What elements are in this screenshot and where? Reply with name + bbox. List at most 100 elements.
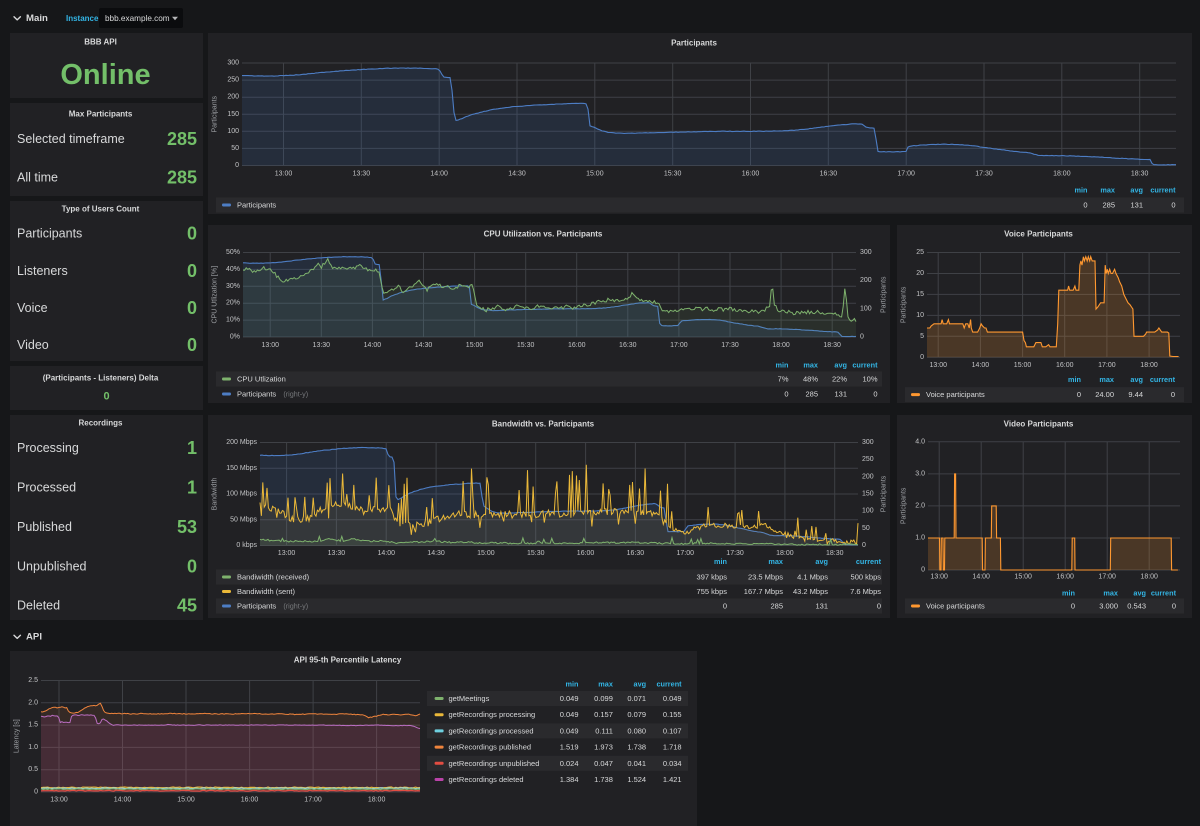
- svg-text:285: 285: [167, 168, 197, 188]
- svg-text:50%: 50%: [226, 249, 240, 256]
- svg-text:max: max: [1099, 375, 1114, 384]
- svg-text:0.041: 0.041: [627, 759, 646, 768]
- svg-text:Participants: Participants: [901, 286, 908, 323]
- svg-text:Participants: Participants: [237, 390, 276, 399]
- svg-text:23.5 Mbps: 23.5 Mbps: [748, 573, 783, 582]
- svg-text:14:30: 14:30: [508, 171, 526, 178]
- svg-text:0.049: 0.049: [560, 710, 579, 719]
- svg-text:0: 0: [187, 298, 197, 318]
- svg-text:avg: avg: [815, 557, 828, 566]
- svg-text:13:00: 13:00: [275, 171, 293, 178]
- svg-text:1.0: 1.0: [915, 534, 925, 541]
- svg-text:200: 200: [862, 473, 874, 480]
- svg-text:Voice Participants: Voice Participants: [1004, 230, 1073, 239]
- svg-text:Max Participants: Max Participants: [69, 110, 133, 119]
- svg-text:18:30: 18:30: [826, 550, 844, 557]
- svg-text:min: min: [1062, 589, 1075, 598]
- svg-text:0: 0: [187, 335, 197, 355]
- svg-text:20: 20: [916, 270, 924, 277]
- svg-text:250: 250: [227, 77, 239, 84]
- svg-text:20%: 20%: [226, 300, 240, 307]
- svg-text:0: 0: [235, 162, 239, 169]
- svg-text:Participants: Participants: [671, 39, 717, 48]
- svg-text:17:30: 17:30: [975, 171, 993, 178]
- svg-text:16:00: 16:00: [241, 797, 259, 804]
- svg-text:Video: Video: [17, 338, 49, 352]
- svg-text:0: 0: [187, 556, 197, 576]
- svg-text:0: 0: [860, 334, 864, 341]
- svg-text:Type of Users Count: Type of Users Count: [62, 205, 140, 214]
- svg-text:150 Mbps: 150 Mbps: [226, 465, 257, 472]
- svg-text:CPU Utilization vs. Participan: CPU Utilization vs. Participants: [484, 230, 603, 239]
- svg-text:min: min: [1068, 375, 1081, 384]
- svg-text:250: 250: [862, 456, 874, 463]
- svg-text:16:00: 16:00: [568, 342, 586, 349]
- svg-text:15:00: 15:00: [466, 342, 484, 349]
- svg-text:131: 131: [834, 390, 847, 399]
- svg-text:0.111: 0.111: [595, 726, 613, 735]
- svg-text:Participants: Participants: [881, 276, 888, 313]
- svg-text:18:00: 18:00: [368, 797, 386, 804]
- svg-text:0: 0: [723, 602, 727, 611]
- svg-text:Participants: Participants: [237, 602, 276, 611]
- svg-text:avg: avg: [634, 680, 647, 689]
- svg-text:1.5: 1.5: [28, 722, 38, 729]
- svg-text:15:30: 15:30: [527, 550, 545, 557]
- svg-text:16:30: 16:30: [627, 550, 645, 557]
- svg-text:0: 0: [1071, 602, 1075, 611]
- svg-text:13:00: 13:00: [261, 342, 279, 349]
- svg-text:100 Mbps: 100 Mbps: [226, 491, 257, 498]
- svg-text:Recordings: Recordings: [78, 419, 123, 428]
- svg-text:18:00: 18:00: [776, 550, 794, 557]
- svg-text:Voice: Voice: [17, 301, 48, 315]
- svg-text:9.44: 9.44: [1128, 390, 1143, 399]
- svg-text:0: 0: [34, 789, 38, 796]
- svg-text:10: 10: [916, 312, 924, 319]
- svg-text:18:00: 18:00: [1140, 362, 1158, 369]
- svg-text:16:30: 16:30: [820, 171, 838, 178]
- svg-text:17:00: 17:00: [670, 342, 688, 349]
- svg-text:13:30: 13:30: [313, 342, 331, 349]
- svg-text:1.973: 1.973: [594, 743, 613, 752]
- svg-text:0.107: 0.107: [663, 726, 682, 735]
- svg-text:200: 200: [860, 277, 872, 284]
- svg-text:getRecordings published: getRecordings published: [449, 743, 532, 752]
- svg-text:14:00: 14:00: [972, 574, 990, 581]
- svg-text:755 kbps: 755 kbps: [697, 587, 728, 596]
- svg-text:100: 100: [860, 305, 872, 312]
- svg-text:0: 0: [187, 261, 197, 281]
- svg-text:Bandwidth: Bandwidth: [212, 478, 219, 511]
- svg-text:Video Participants: Video Participants: [1004, 420, 1074, 429]
- svg-text:200: 200: [227, 94, 239, 101]
- svg-text:15: 15: [916, 291, 924, 298]
- svg-text:14:00: 14:00: [364, 342, 382, 349]
- svg-text:285: 285: [770, 602, 783, 611]
- svg-text:10%: 10%: [862, 375, 877, 384]
- svg-text:1: 1: [187, 477, 197, 497]
- svg-text:13:00: 13:00: [929, 362, 947, 369]
- svg-text:50: 50: [862, 525, 870, 532]
- svg-text:getMeetings: getMeetings: [449, 694, 490, 703]
- svg-text:Voice participants: Voice participants: [926, 602, 985, 611]
- svg-text:min: min: [714, 557, 727, 566]
- svg-text:1.421: 1.421: [663, 775, 682, 784]
- svg-text:17:30: 17:30: [726, 550, 744, 557]
- svg-text:18:00: 18:00: [1053, 171, 1071, 178]
- svg-text:0.155: 0.155: [663, 710, 682, 719]
- svg-text:40%: 40%: [226, 266, 240, 273]
- svg-text:0: 0: [877, 602, 881, 611]
- svg-text:Participants: Participants: [17, 227, 82, 241]
- svg-text:1.738: 1.738: [627, 743, 646, 752]
- svg-text:0.047: 0.047: [594, 759, 613, 768]
- svg-text:17:00: 17:00: [1098, 362, 1116, 369]
- svg-text:0.099: 0.099: [594, 694, 613, 703]
- svg-text:167.7 Mbps: 167.7 Mbps: [744, 587, 783, 596]
- svg-text:15:00: 15:00: [477, 550, 495, 557]
- svg-text:Bandiwidth (sent): Bandiwidth (sent): [237, 587, 295, 596]
- svg-text:0.024: 0.024: [560, 759, 579, 768]
- svg-text:0: 0: [103, 391, 109, 403]
- svg-text:131: 131: [1130, 201, 1143, 210]
- svg-text:18:00: 18:00: [1140, 574, 1158, 581]
- svg-text:16:00: 16:00: [742, 171, 760, 178]
- svg-text:285: 285: [805, 390, 818, 399]
